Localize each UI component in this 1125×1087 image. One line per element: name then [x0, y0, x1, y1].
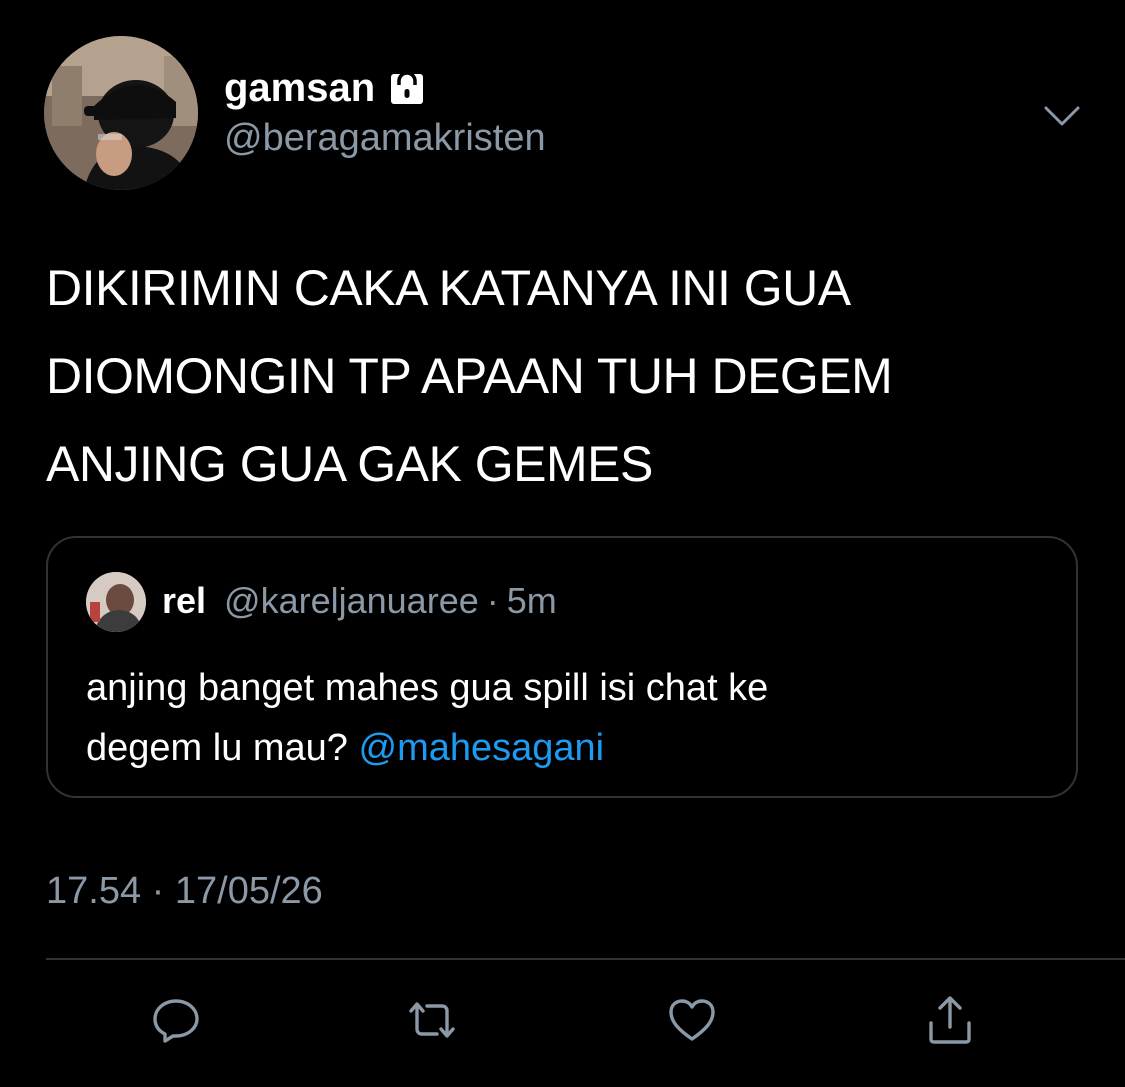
quote-text-prefix: degem lu mau?: [86, 727, 359, 769]
quote-avatar-image: [86, 572, 146, 632]
share-button[interactable]: [920, 990, 980, 1050]
share-icon: [929, 996, 971, 1044]
retweet-icon: [409, 1002, 455, 1038]
quote-text: anjing banget mahes gua spill isi chat k…: [86, 658, 1046, 778]
quote-tweet-card[interactable]: rel @kareljanuaree · 5m anjing banget ma…: [46, 536, 1078, 798]
mention-link[interactable]: @mahesagani: [359, 727, 605, 769]
tweet: gamsan @beragamakristen DIKIRIMIN CAKA K…: [0, 0, 1125, 1087]
heart-icon: [669, 999, 715, 1041]
action-bar: [0, 990, 1125, 1050]
quote-author-name[interactable]: rel: [162, 580, 206, 622]
reply-button[interactable]: [146, 990, 206, 1050]
quote-separator: ·: [486, 580, 499, 621]
avatar-image: [44, 36, 198, 190]
quote-author-handle[interactable]: @kareljanuaree: [224, 580, 479, 622]
quote-avatar: [86, 572, 146, 632]
divider: [46, 958, 1125, 960]
chevron-down-icon[interactable]: [1040, 96, 1084, 136]
display-name[interactable]: gamsan: [224, 68, 375, 108]
tweet-timestamp[interactable]: 17.54 · 17/05/26: [46, 870, 323, 913]
tweet-text-line: ANJING GUA GAK GEMES: [46, 436, 653, 492]
tweet-text-line: DIOMONGIN TP APAAN TUH DEGEM: [46, 348, 893, 404]
reply-icon: [153, 999, 199, 1043]
retweet-button[interactable]: [402, 990, 462, 1050]
quote-header: rel @kareljanuaree · 5m: [162, 580, 557, 622]
tweet-text: DIKIRIMIN CAKA KATANYA INI GUA DIOMONGIN…: [46, 244, 1086, 508]
like-button[interactable]: [662, 990, 722, 1050]
avatar[interactable]: [44, 36, 198, 190]
quote-time: 5m: [506, 580, 557, 621]
quote-text-line: anjing banget mahes gua spill isi chat k…: [86, 667, 769, 709]
author-handle[interactable]: @beragamakristen: [224, 117, 546, 160]
quote-text-line: degem lu mau? @mahesagani: [86, 718, 1046, 778]
lock-icon: [387, 68, 427, 108]
tweet-text-line: DIKIRIMIN CAKA KATANYA INI GUA: [46, 260, 851, 316]
author-name-row: gamsan: [224, 62, 427, 114]
